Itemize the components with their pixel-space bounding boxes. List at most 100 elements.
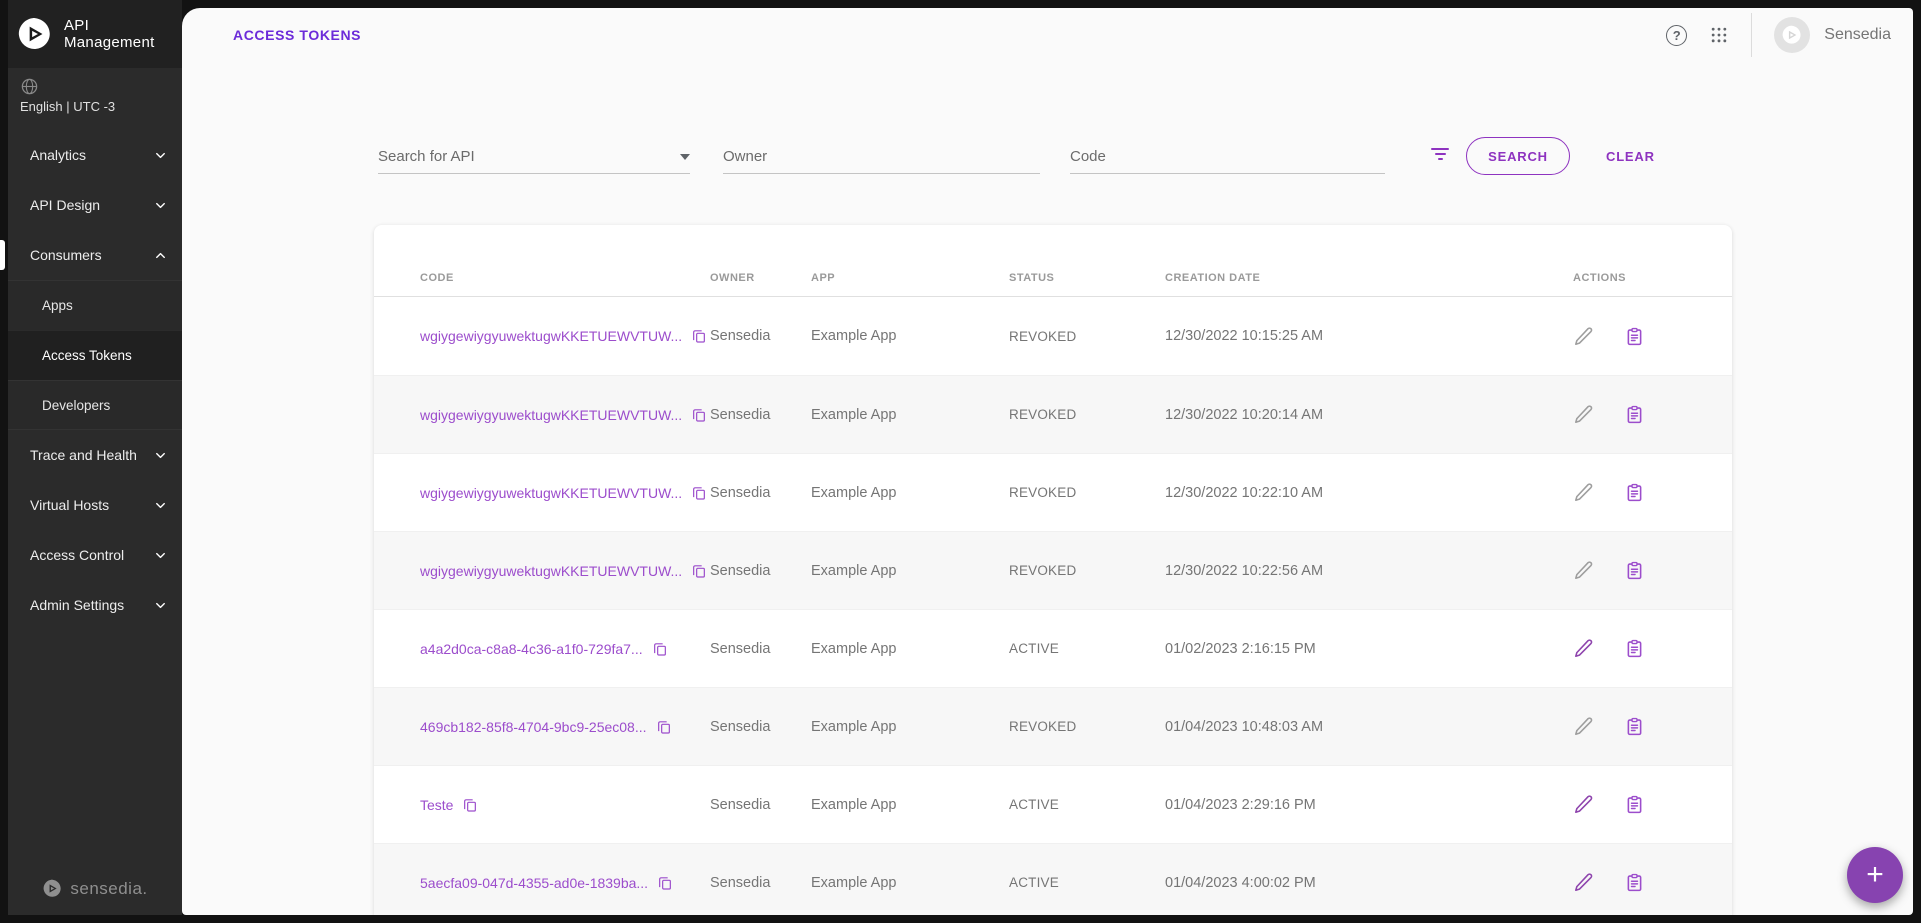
token-code-link[interactable]: wgiygewiygyuwektugwKKETUEWVTUW... xyxy=(420,563,682,579)
clipboard-icon[interactable] xyxy=(1624,560,1645,581)
active-section-indicator xyxy=(0,240,5,270)
edit-icon[interactable] xyxy=(1573,482,1594,503)
sidebar-item-access-tokens[interactable]: Access Tokens xyxy=(8,330,182,380)
owner-cell: Sensedia xyxy=(710,875,811,891)
creation-date-cell: 01/02/2023 2:16:15 PM xyxy=(1165,641,1573,657)
sidebar-item-access-control[interactable]: Access Control xyxy=(8,530,182,580)
copy-icon[interactable] xyxy=(652,641,668,657)
copy-icon[interactable] xyxy=(691,485,707,501)
sidebar-item-developers[interactable]: Developers xyxy=(8,380,182,430)
creation-date-cell: 12/30/2022 10:20:14 AM xyxy=(1165,407,1573,423)
filter-bar: Search for API Owner Code SEARCH CLEAR xyxy=(182,62,1913,172)
edit-icon[interactable] xyxy=(1573,404,1594,425)
window-frame: API Management English | UTC -3 Analytic… xyxy=(0,0,1921,923)
dropdown-arrow-icon xyxy=(680,154,690,160)
sidebar-item-api-design[interactable]: API Design xyxy=(8,180,182,230)
app-logo[interactable]: API Management xyxy=(8,0,182,68)
app-cell: Example App xyxy=(811,797,1009,813)
token-code-link[interactable]: a4a2d0ca-c8a8-4c36-a1f0-729fa7... xyxy=(420,641,643,657)
table-row: wgiygewiygyuwektugwKKETUEWVTUW... Sensed… xyxy=(374,531,1732,609)
clipboard-icon[interactable] xyxy=(1624,716,1645,737)
edit-icon[interactable] xyxy=(1573,560,1594,581)
clear-button[interactable]: CLEAR xyxy=(1594,137,1667,175)
table-row: wgiygewiygyuwektugwKKETUEWVTUW... Sensed… xyxy=(374,297,1732,375)
api-select[interactable]: Search for API xyxy=(378,140,690,174)
api-select-placeholder: Search for API xyxy=(378,148,475,165)
creation-date-cell: 12/30/2022 10:22:10 AM xyxy=(1165,485,1573,501)
sidebar-item-trace-and-health[interactable]: Trace and Health xyxy=(8,430,182,480)
code-input[interactable]: Code xyxy=(1070,140,1385,174)
sensedia-logo-icon xyxy=(16,15,54,53)
chevron-down-icon xyxy=(153,548,168,563)
status-cell: REVOKED xyxy=(1009,485,1165,500)
edit-icon[interactable] xyxy=(1573,872,1594,893)
add-token-button[interactable]: + xyxy=(1847,847,1903,903)
owner-input[interactable]: Owner xyxy=(723,140,1040,174)
edit-icon[interactable] xyxy=(1573,716,1594,737)
sidebar-subgroup-consumers: Apps Access Tokens Developers xyxy=(8,280,182,430)
column-header-owner: OWNER xyxy=(710,272,811,284)
help-icon[interactable]: ? xyxy=(1666,25,1687,46)
token-code-link[interactable]: wgiygewiygyuwektugwKKETUEWVTUW... xyxy=(420,328,682,344)
app-title: API Management xyxy=(64,17,155,51)
apps-grid-icon[interactable] xyxy=(1709,25,1729,45)
token-code-link[interactable]: 5aecfa09-047d-4355-ad0e-1839ba... xyxy=(420,875,648,891)
copy-icon[interactable] xyxy=(657,875,673,891)
column-header-app: APP xyxy=(811,272,1009,284)
token-code-link[interactable]: wgiygewiygyuwektugwKKETUEWVTUW... xyxy=(420,485,682,501)
owner-cell: Sensedia xyxy=(710,641,811,657)
app-cell: Example App xyxy=(811,328,1009,344)
footer-brand-text: sensedia. xyxy=(70,879,147,899)
clipboard-icon[interactable] xyxy=(1624,404,1645,425)
column-header-status: STATUS xyxy=(1009,272,1165,284)
app-cell: Example App xyxy=(811,719,1009,735)
copy-icon[interactable] xyxy=(656,719,672,735)
edit-icon[interactable] xyxy=(1573,794,1594,815)
search-button[interactable]: SEARCH xyxy=(1466,137,1570,175)
status-cell: ACTIVE xyxy=(1009,875,1165,890)
owner-cell: Sensedia xyxy=(710,563,811,579)
globe-icon xyxy=(20,77,39,96)
sidebar-item-virtual-hosts[interactable]: Virtual Hosts xyxy=(8,480,182,530)
table-row: 5aecfa09-047d-4355-ad0e-1839ba... Sensed… xyxy=(374,843,1732,915)
app-cell: Example App xyxy=(811,641,1009,657)
topbar-right: ? xyxy=(1666,13,1891,57)
edit-icon[interactable] xyxy=(1573,638,1594,659)
sidebar-item-consumers[interactable]: Consumers xyxy=(8,230,182,280)
status-cell: REVOKED xyxy=(1009,407,1165,422)
status-cell: REVOKED xyxy=(1009,329,1165,344)
column-header-actions: ACTIONS xyxy=(1573,272,1692,284)
language-selector[interactable]: English | UTC -3 xyxy=(8,68,182,125)
avatar-logo-icon xyxy=(1781,24,1803,46)
sidebar-item-admin-settings[interactable]: Admin Settings xyxy=(8,580,182,630)
clipboard-icon[interactable] xyxy=(1624,794,1645,815)
edit-icon[interactable] xyxy=(1573,326,1594,347)
language-label: English | UTC -3 xyxy=(20,99,182,114)
sidebar-item-apps[interactable]: Apps xyxy=(8,280,182,330)
column-header-code: CODE xyxy=(420,272,710,284)
chevron-down-icon xyxy=(153,498,168,513)
chevron-down-icon xyxy=(153,148,168,163)
sidebar-item-analytics[interactable]: Analytics xyxy=(8,130,182,180)
creation-date-cell: 01/04/2023 2:29:16 PM xyxy=(1165,797,1573,813)
user-menu[interactable]: Sensedia xyxy=(1774,17,1891,53)
sidebar-nav: Analytics API Design Consumers Apps Acce… xyxy=(8,125,182,630)
copy-icon[interactable] xyxy=(462,797,478,813)
clipboard-icon[interactable] xyxy=(1624,638,1645,659)
clipboard-icon[interactable] xyxy=(1624,482,1645,503)
token-code-link[interactable]: wgiygewiygyuwektugwKKETUEWVTUW... xyxy=(420,407,682,423)
copy-icon[interactable] xyxy=(691,328,707,344)
owner-cell: Sensedia xyxy=(710,485,811,501)
copy-icon[interactable] xyxy=(691,563,707,579)
table-row: wgiygewiygyuwektugwKKETUEWVTUW... Sensed… xyxy=(374,375,1732,453)
filter-icon[interactable] xyxy=(1430,148,1450,164)
sensedia-footer-icon xyxy=(42,878,63,899)
token-code-link[interactable]: 469cb182-85f8-4704-9bc9-25ec08... xyxy=(420,719,647,735)
owner-placeholder: Owner xyxy=(723,148,767,165)
token-code-link[interactable]: Teste xyxy=(420,797,453,813)
main-content: ACCESS TOKENS ? xyxy=(182,8,1913,915)
clipboard-icon[interactable] xyxy=(1624,326,1645,347)
copy-icon[interactable] xyxy=(691,407,707,423)
owner-cell: Sensedia xyxy=(710,407,811,423)
clipboard-icon[interactable] xyxy=(1624,872,1645,893)
